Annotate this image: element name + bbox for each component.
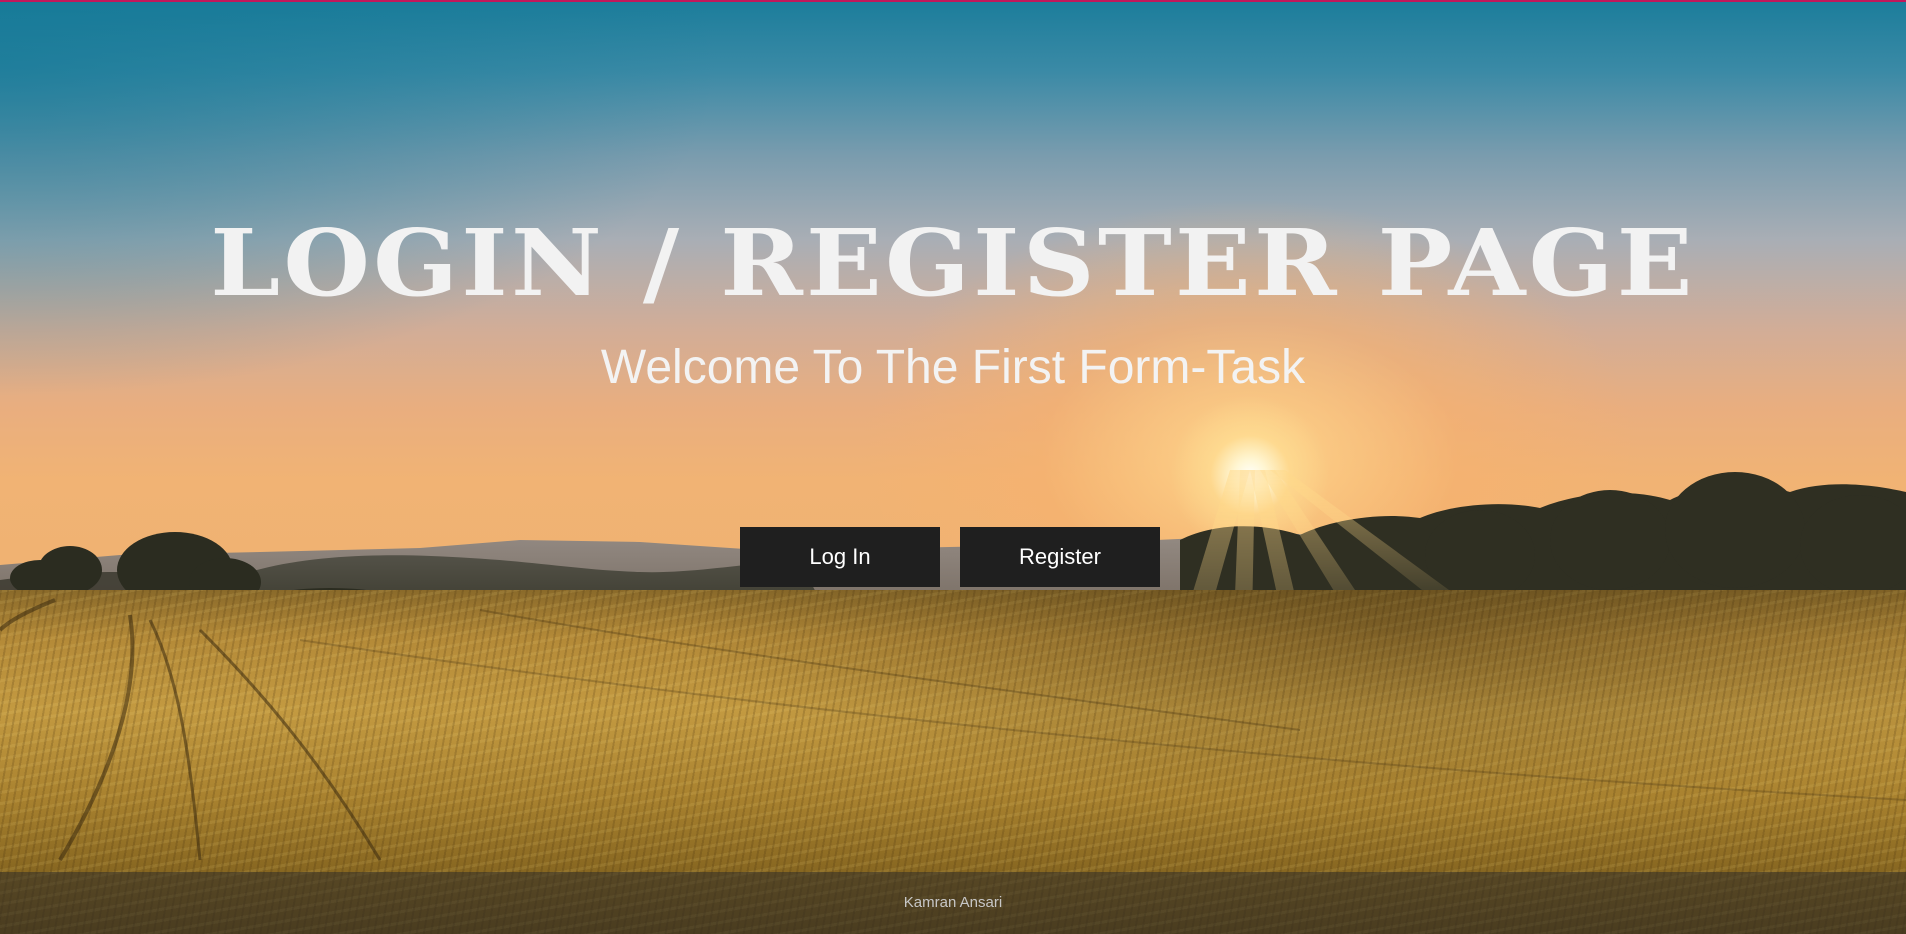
page-subtitle: Welcome To The First Form-Task (600, 341, 1306, 394)
page-title: Login / Register Page (210, 209, 1696, 317)
background-sunset-field-image (0, 0, 1906, 934)
page: Login / Register Page Welcome To The Fir… (0, 0, 1906, 934)
field-tracks (0, 598, 1906, 862)
register-button[interactable]: Register (960, 527, 1160, 587)
footer: Kamran Ansari (0, 872, 1906, 934)
footer-author: Kamran Ansari (903, 894, 1003, 911)
top-accent-bar (0, 0, 1906, 2)
login-button[interactable]: Log In (740, 527, 940, 587)
